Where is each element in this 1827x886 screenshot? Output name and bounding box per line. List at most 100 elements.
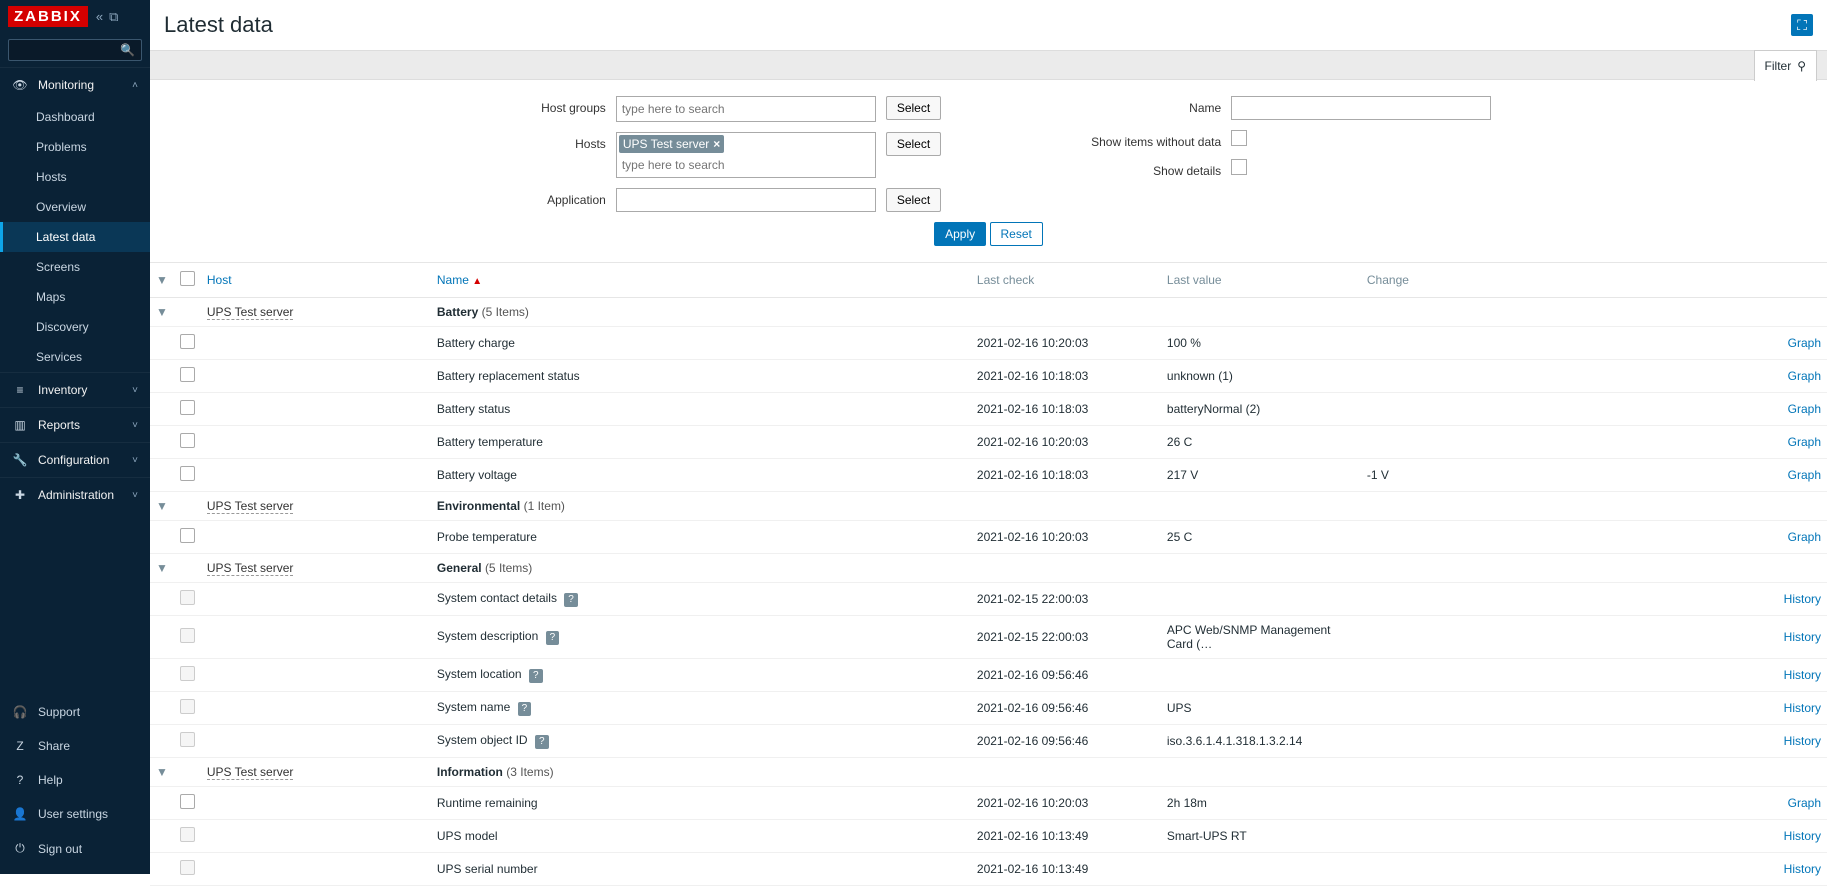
- name-input[interactable]: [1231, 96, 1491, 120]
- item-checkbox[interactable]: [180, 860, 195, 875]
- nav-maps[interactable]: Maps: [0, 282, 150, 312]
- search-icon[interactable]: 🔍: [120, 43, 135, 57]
- item-action-link[interactable]: Graph: [1788, 402, 1821, 416]
- item-row: Battery voltage 2021-02-16 10:18:03217 V…: [150, 459, 1827, 492]
- host-tag[interactable]: UPS Test server×: [619, 135, 725, 153]
- item-action-link[interactable]: Graph: [1788, 336, 1821, 350]
- item-change: [1361, 360, 1605, 393]
- item-checkbox[interactable]: [180, 666, 195, 681]
- nav-signout[interactable]: ⏻Sign out: [0, 831, 150, 866]
- search-input[interactable]: [15, 43, 120, 57]
- nav-dashboard[interactable]: Dashboard: [0, 102, 150, 132]
- hosts-field[interactable]: [619, 155, 873, 175]
- item-change: [1361, 393, 1605, 426]
- item-action-link[interactable]: History: [1784, 829, 1821, 843]
- group-toggle[interactable]: ▼: [150, 492, 174, 521]
- host-groups-select-button[interactable]: Select: [886, 96, 941, 120]
- item-checkbox[interactable]: [180, 590, 195, 605]
- nav-latest-data[interactable]: Latest data: [0, 222, 150, 252]
- nav-administration[interactable]: ✚ Administration ˅: [0, 477, 150, 512]
- nav-overview[interactable]: Overview: [0, 192, 150, 222]
- item-checkbox[interactable]: [180, 466, 195, 481]
- sidebar-popout-icon[interactable]: ⧉: [109, 9, 118, 25]
- sidebar-search[interactable]: 🔍: [8, 39, 142, 61]
- col-host[interactable]: Host: [207, 273, 232, 287]
- application-row: ▼UPS Test serverBattery (5 Items): [150, 298, 1827, 327]
- group-toggle[interactable]: ▼: [150, 554, 174, 583]
- brand-logo[interactable]: ZABBIX: [8, 6, 88, 27]
- item-checkbox[interactable]: [180, 334, 195, 349]
- application-input[interactable]: [616, 188, 876, 212]
- nav-screens[interactable]: Screens: [0, 252, 150, 282]
- host-link[interactable]: UPS Test server: [207, 305, 293, 320]
- nav-support[interactable]: 🎧Support: [0, 695, 150, 729]
- nav-help[interactable]: ?Help: [0, 763, 150, 797]
- sidebar-collapse-icon[interactable]: «: [96, 9, 103, 25]
- group-toggle[interactable]: ▼: [150, 298, 174, 327]
- item-checkbox[interactable]: [180, 400, 195, 415]
- item-action-link[interactable]: History: [1784, 734, 1821, 748]
- hosts-input[interactable]: UPS Test server×: [616, 132, 876, 178]
- nav-share[interactable]: ZShare: [0, 729, 150, 763]
- item-checkbox[interactable]: [180, 367, 195, 382]
- item-action-link[interactable]: History: [1784, 592, 1821, 606]
- nav-problems[interactable]: Problems: [0, 132, 150, 162]
- item-change: [1361, 787, 1605, 820]
- item-action-link[interactable]: History: [1784, 701, 1821, 715]
- host-tag-remove-icon[interactable]: ×: [713, 137, 720, 151]
- details-checkbox[interactable]: [1231, 159, 1247, 175]
- item-checkbox[interactable]: [180, 794, 195, 809]
- item-action-link[interactable]: Graph: [1788, 468, 1821, 482]
- nav-reports[interactable]: ▥ Reports ˅: [0, 407, 150, 442]
- nav-user-settings[interactable]: 👤User settings: [0, 797, 150, 831]
- nav-services[interactable]: Services: [0, 342, 150, 372]
- info-badge-icon[interactable]: ?: [535, 735, 549, 749]
- filter-toggle[interactable]: Filter ⚲: [1754, 50, 1817, 81]
- item-action-link[interactable]: Graph: [1788, 369, 1821, 383]
- info-badge-icon[interactable]: ?: [529, 669, 543, 683]
- item-action-link[interactable]: History: [1784, 630, 1821, 644]
- application-name: Battery: [437, 305, 478, 319]
- group-toggle[interactable]: ▼: [150, 758, 174, 787]
- reset-button[interactable]: Reset: [990, 222, 1043, 246]
- item-name: Probe temperature: [437, 530, 537, 544]
- item-action-link[interactable]: Graph: [1788, 796, 1821, 810]
- host-link[interactable]: UPS Test server: [207, 499, 293, 514]
- without-data-checkbox[interactable]: [1231, 130, 1247, 146]
- info-badge-icon[interactable]: ?: [518, 702, 532, 716]
- nav-monitoring[interactable]: 👁 Monitoring ˄: [0, 67, 150, 102]
- item-row: Battery status 2021-02-16 10:18:03batter…: [150, 393, 1827, 426]
- nav-hosts[interactable]: Hosts: [0, 162, 150, 192]
- col-name[interactable]: Name ▲: [437, 273, 482, 287]
- apply-button[interactable]: Apply: [934, 222, 986, 246]
- sidebar: ZABBIX « ⧉ 🔍 👁 Monitoring ˄ Dashboard Pr…: [0, 0, 150, 874]
- item-checkbox[interactable]: [180, 827, 195, 842]
- hosts-select-button[interactable]: Select: [886, 132, 941, 156]
- item-checkbox[interactable]: [180, 732, 195, 747]
- host-link[interactable]: UPS Test server: [207, 765, 293, 780]
- item-action-link[interactable]: History: [1784, 668, 1821, 682]
- application-count: (3 Items): [506, 765, 553, 779]
- nav-inventory[interactable]: ≡ Inventory ˅: [0, 372, 150, 407]
- application-select-button[interactable]: Select: [886, 188, 941, 212]
- item-change: [1361, 692, 1605, 725]
- item-action-link[interactable]: Graph: [1788, 435, 1821, 449]
- nav-bottom: 🎧Support ZShare ?Help 👤User settings ⏻Si…: [0, 695, 150, 874]
- item-checkbox[interactable]: [180, 433, 195, 448]
- info-badge-icon[interactable]: ?: [564, 593, 578, 607]
- item-checkbox[interactable]: [180, 528, 195, 543]
- info-badge-icon[interactable]: ?: [546, 631, 560, 645]
- item-checkbox[interactable]: [180, 628, 195, 643]
- collapse-all-toggle[interactable]: ▼: [150, 263, 174, 298]
- nav-share-label: Share: [38, 739, 70, 753]
- fullscreen-button[interactable]: ⛶: [1791, 14, 1813, 36]
- item-action-link[interactable]: Graph: [1788, 530, 1821, 544]
- select-all-checkbox[interactable]: [180, 271, 195, 286]
- host-groups-input[interactable]: [616, 96, 876, 122]
- host-groups-field[interactable]: [619, 99, 873, 119]
- host-link[interactable]: UPS Test server: [207, 561, 293, 576]
- item-checkbox[interactable]: [180, 699, 195, 714]
- nav-discovery[interactable]: Discovery: [0, 312, 150, 342]
- nav-configuration[interactable]: 🔧 Configuration ˅: [0, 442, 150, 477]
- item-row: Probe temperature 2021-02-16 10:20:0325 …: [150, 521, 1827, 554]
